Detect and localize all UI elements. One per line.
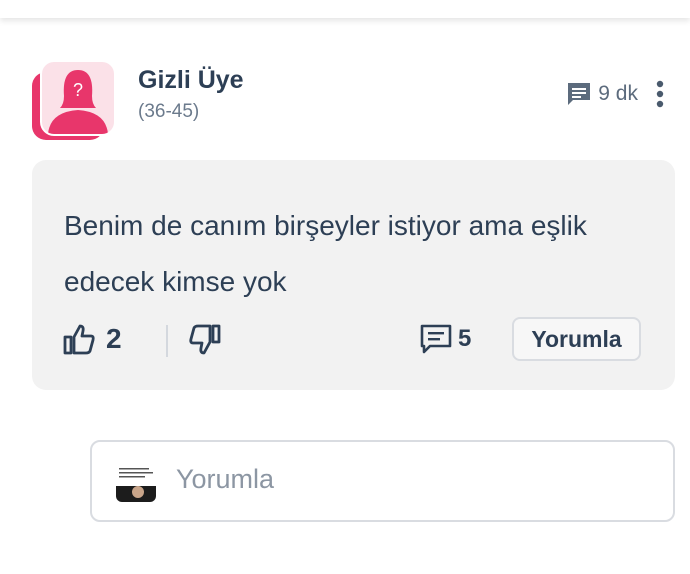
post-meta: 9 dk: [566, 80, 664, 108]
current-user-avatar: [116, 462, 156, 502]
more-vertical-icon[interactable]: [656, 80, 664, 108]
like-count: 2: [106, 323, 122, 354]
anonymous-female-icon: ?: [40, 60, 116, 136]
author-name[interactable]: Gizli Üye: [138, 66, 244, 95]
message-icon: [568, 83, 591, 105]
post-time: 9 dk: [598, 82, 638, 105]
thumbs-up-icon: [63, 324, 95, 355]
author-avatar[interactable]: ?: [32, 60, 116, 142]
comment-count: 5: [458, 325, 472, 352]
dislike-button[interactable]: [188, 323, 222, 362]
post-card: Benim de canım birşeyler istiyor ama eşl…: [32, 160, 675, 390]
author-age: (36-45): [138, 101, 200, 122]
comments-button[interactable]: 5: [420, 324, 471, 354]
comment-input[interactable]: Yorumla: [90, 440, 675, 522]
reply-button[interactable]: Yorumla: [512, 317, 641, 361]
svg-text:?: ?: [73, 80, 83, 100]
like-button[interactable]: 2: [62, 322, 122, 356]
thumbs-down-icon: [189, 324, 221, 355]
comment-placeholder: Yorumla: [176, 464, 275, 494]
reaction-divider: [166, 325, 168, 357]
comment-icon: [420, 324, 452, 354]
post-body: Benim de canım birşeyler istiyor ama eşl…: [64, 210, 587, 297]
top-bar-shadow: [0, 0, 690, 18]
